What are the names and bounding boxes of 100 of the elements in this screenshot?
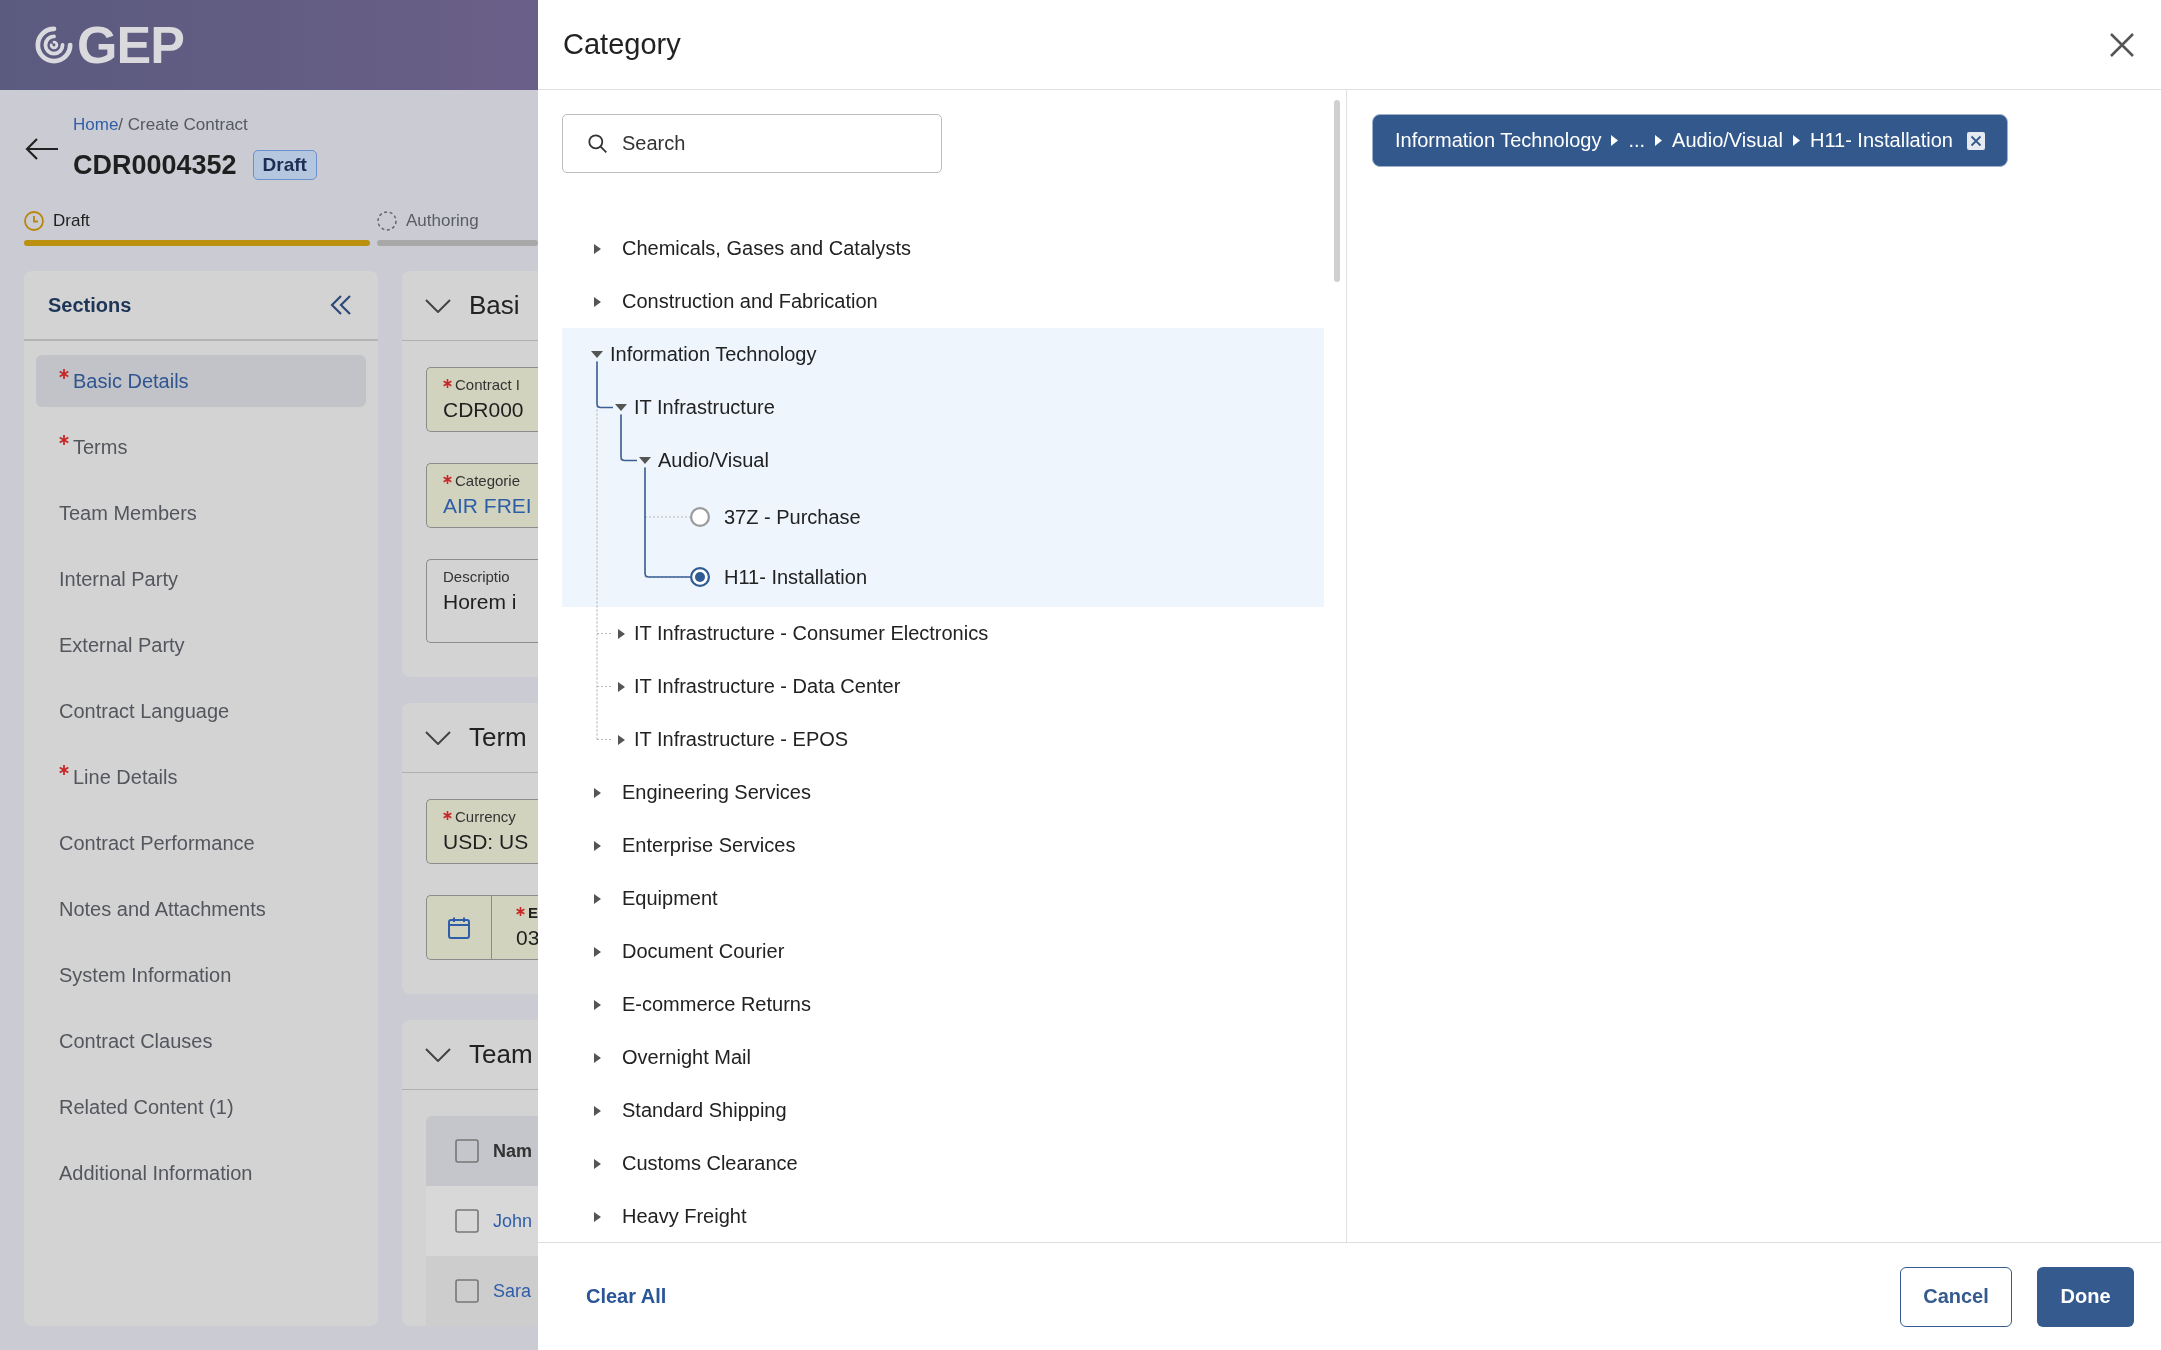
close-icon[interactable] <box>2109 31 2135 58</box>
tree-item-label[interactable]: Enterprise Services <box>622 834 796 857</box>
caret-right-icon[interactable] <box>593 1052 601 1063</box>
tree-item-label[interactable]: Customs Clearance <box>622 1152 798 1175</box>
text-field[interactable]: Contract I CDR000 <box>426 367 538 432</box>
step-label[interactable]: Draft <box>53 211 90 231</box>
tree-item-label[interactable]: Engineering Services <box>622 781 811 804</box>
text-field[interactable]: Categorie AIR FREI <box>426 463 538 528</box>
tree-item-label[interactable]: IT Infrastructure - Data Center <box>634 675 901 698</box>
tree-item-label[interactable]: E-commerce Returns <box>622 993 811 1016</box>
radio-label[interactable]: H11- Installation <box>724 565 868 589</box>
category-path-label: Information Technology <box>1395 129 1602 152</box>
chevron-down-icon[interactable] <box>425 298 451 313</box>
collapse-chevrons-icon[interactable] <box>330 294 352 316</box>
tree-item-label[interactable]: Overnight Mail <box>622 1046 751 1069</box>
back-arrow-icon[interactable] <box>25 137 59 161</box>
section-nav-item[interactable]: Line Details <box>36 751 366 803</box>
tree-item-label[interactable]: Audio/Visual <box>658 449 769 472</box>
caret-right-icon[interactable] <box>617 628 625 639</box>
checkbox[interactable] <box>455 1279 479 1303</box>
checkbox[interactable] <box>455 1209 479 1233</box>
category-path-label: ... <box>1628 129 1646 152</box>
calendar-icon[interactable] <box>448 916 470 939</box>
section-nav-item[interactable]: Internal Party <box>36 553 366 605</box>
done-button[interactable]: Done <box>2037 1266 2134 1327</box>
section-nav-item[interactable]: Notes and Attachments <box>36 883 366 935</box>
tree-item-label[interactable]: Construction and Fabrication <box>622 290 878 313</box>
section-nav-item[interactable]: Terms <box>36 421 366 473</box>
section-nav-item[interactable]: External Party <box>36 619 366 671</box>
field-value: USD: US <box>443 829 529 855</box>
field-value: 03 <box>516 925 538 951</box>
tree-connector-lines <box>620 413 638 462</box>
caret-right-icon[interactable] <box>617 681 625 692</box>
tree-item-label[interactable]: Information Technology <box>610 343 817 366</box>
caret-right-icon[interactable] <box>593 1211 601 1222</box>
caret-right-icon <box>1655 135 1663 146</box>
search-field[interactable]: Search <box>562 114 942 173</box>
section-nav-item[interactable]: Contract Clauses <box>36 1015 366 1067</box>
step-label[interactable]: Authoring <box>406 211 479 231</box>
section-nav-item[interactable]: Contract Language <box>36 685 366 737</box>
field-label: E <box>528 904 538 922</box>
tree-item-label[interactable]: Equipment <box>622 887 718 910</box>
field-value: Horem i <box>443 589 517 615</box>
member-name-link[interactable]: Sara <box>493 1280 532 1302</box>
category-path-label: H11- Installation <box>1809 129 1953 152</box>
caret-right-icon <box>1611 135 1619 146</box>
caret-right-icon[interactable] <box>593 893 601 904</box>
caret-right-icon[interactable] <box>593 787 601 798</box>
breadcrumb-link[interactable]: Home <box>73 115 119 134</box>
caret-down-icon[interactable] <box>615 404 627 411</box>
tree-item-label[interactable]: Heavy Freight <box>622 1205 747 1228</box>
section-nav-item[interactable]: Basic Details <box>36 355 366 407</box>
record-title: CDR0004352 <box>73 149 237 181</box>
swirl-logo-icon <box>35 25 73 65</box>
panel-title: Sections <box>48 293 132 317</box>
radio-button[interactable] <box>690 567 710 587</box>
caret-right-icon[interactable] <box>593 296 601 307</box>
chevron-down-icon[interactable] <box>425 1047 451 1062</box>
caret-right-icon[interactable] <box>593 243 601 254</box>
checkbox[interactable] <box>455 1139 479 1163</box>
tree-item-label[interactable]: IT Infrastructure - Consumer Electronics <box>634 622 989 645</box>
tree-item-label[interactable]: Chemicals, Gases and Catalysts <box>622 237 911 260</box>
member-name-link[interactable]: John <box>493 1210 533 1232</box>
card-title: Team <box>469 1039 533 1070</box>
caret-right-icon[interactable] <box>593 1105 601 1116</box>
section-nav-item[interactable]: Related Content (1) <box>36 1081 366 1133</box>
radio-label[interactable]: 37Z - Purchase <box>724 505 861 529</box>
breadcrumb-current: Create Contract <box>127 115 248 134</box>
field-label: Currency <box>455 808 516 826</box>
dialog-title: Category <box>563 28 681 61</box>
date-field[interactable]: E 03 <box>426 895 538 960</box>
section-nav-item[interactable]: Team Members <box>36 487 366 539</box>
caret-right-icon[interactable] <box>617 734 625 745</box>
section-nav-item[interactable]: Contract Performance <box>36 817 366 869</box>
caret-right-icon[interactable] <box>593 840 601 851</box>
status-badge: Draft <box>252 150 317 180</box>
scrollbar-thumb[interactable] <box>1334 100 1340 282</box>
close-icon[interactable] <box>1967 131 1985 150</box>
clear-all-link[interactable]: Clear All <box>586 1285 667 1308</box>
tree-item-label[interactable]: IT Infrastructure - EPOS <box>634 728 849 751</box>
chevron-down-icon[interactable] <box>425 730 451 745</box>
caret-right-icon[interactable] <box>593 1158 601 1169</box>
field-value: CDR000 <box>443 397 524 423</box>
field-label: Descriptio <box>443 568 510 586</box>
field-label: Categorie <box>455 472 521 490</box>
section-nav-item[interactable]: Additional Information <box>36 1147 366 1199</box>
radio-button[interactable] <box>690 507 710 527</box>
column-header[interactable]: Nam <box>493 1140 532 1162</box>
caret-down-icon[interactable] <box>639 457 651 464</box>
cancel-button[interactable]: Cancel <box>1900 1266 2012 1327</box>
section-nav-item[interactable]: System Information <box>36 949 366 1001</box>
caret-right-icon[interactable] <box>593 999 601 1010</box>
breadcrumb-separator: / <box>118 115 124 134</box>
tree-item-label[interactable]: Document Courier <box>622 940 785 963</box>
caret-down-icon[interactable] <box>591 351 603 358</box>
card-title: Term <box>469 722 527 753</box>
text-field[interactable]: Currency USD: US <box>426 799 538 864</box>
tree-item-label[interactable]: IT Infrastructure <box>634 396 775 419</box>
caret-right-icon[interactable] <box>593 946 601 957</box>
tree-item-label[interactable]: Standard Shipping <box>622 1099 787 1122</box>
